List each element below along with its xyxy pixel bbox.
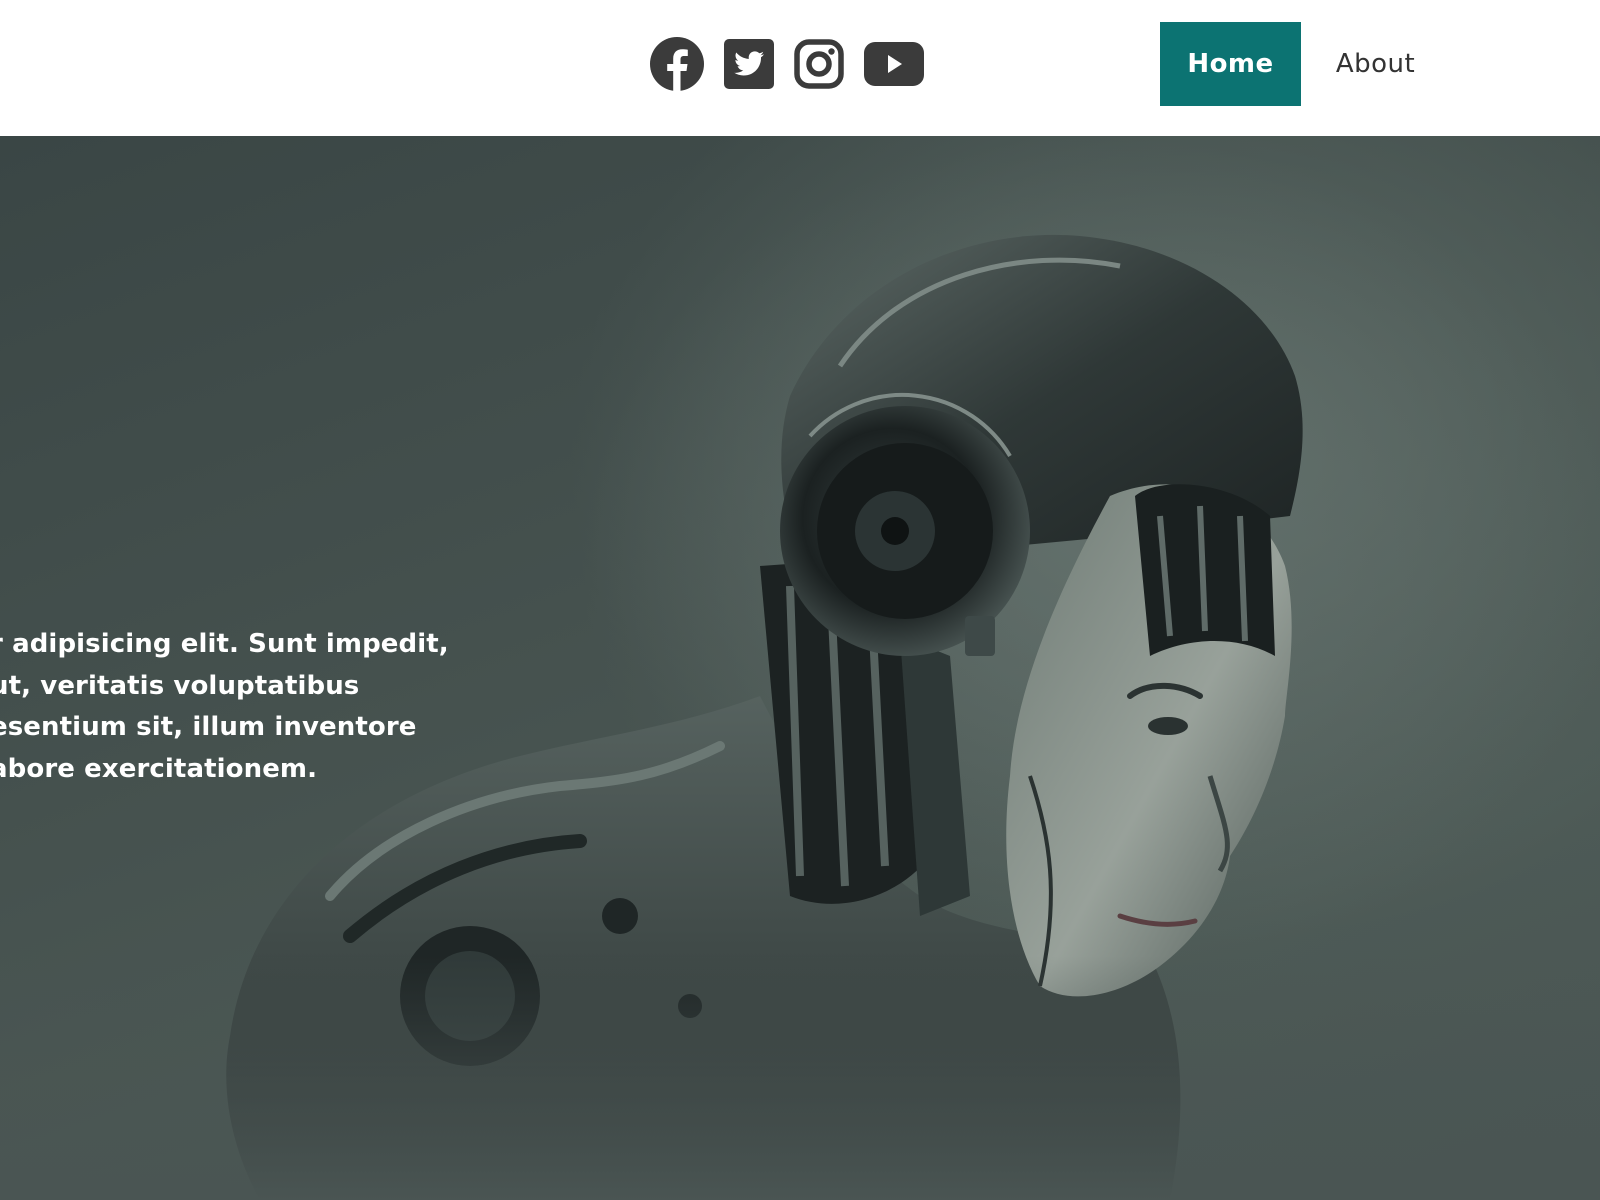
nav-about-link[interactable]: About: [1301, 22, 1446, 106]
youtube-link[interactable]: [864, 42, 924, 86]
nav-home-link[interactable]: Home: [1160, 22, 1301, 106]
youtube-icon: [864, 42, 924, 86]
site-header: Home About: [0, 0, 1600, 136]
hero-text-line: r adipisicing elit. Sunt impedit,: [0, 629, 449, 659]
hero-text-line: abore exercitationem.: [0, 753, 318, 784]
hero-description: r adipisicing elit. Sunt impedit, ut, ve…: [0, 624, 449, 790]
hero-text-line: ut, veritatis voluptatibus: [0, 670, 360, 701]
facebook-link[interactable]: [650, 37, 704, 91]
main-nav: Home About: [1160, 22, 1446, 106]
twitter-icon: [724, 39, 774, 89]
facebook-icon: [650, 37, 704, 91]
twitter-link[interactable]: [724, 39, 774, 89]
hero-section: r adipisicing elit. Sunt impedit, ut, ve…: [0, 136, 1600, 1200]
page: Home About r adipisicing elit. Sunt impe…: [0, 0, 1600, 1200]
instagram-link[interactable]: [794, 39, 844, 89]
hero-text-line: esentium sit, illum inventore: [0, 712, 417, 742]
instagram-icon: [794, 39, 844, 89]
social-links: [650, 36, 924, 92]
